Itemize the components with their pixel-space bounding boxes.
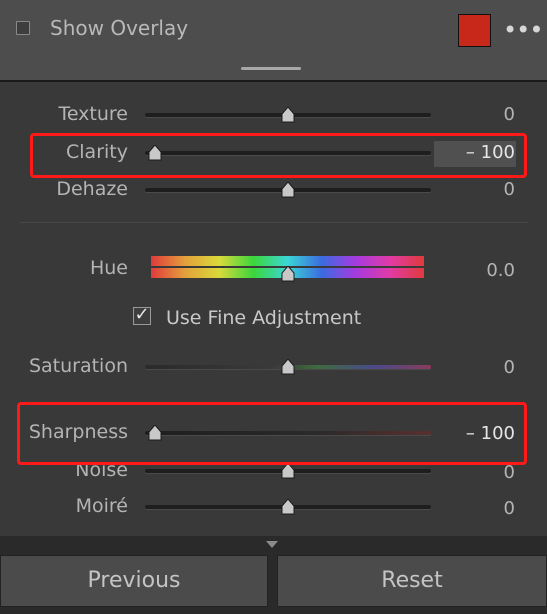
dehaze-label: Dehaze <box>56 178 128 200</box>
effects-panel: Texture 0 Clarity – 100 Dehaze 0 Hue 0.0… <box>0 82 547 536</box>
panel-collapse-icon[interactable] <box>266 541 278 548</box>
sharpness-highlight-box <box>17 402 527 465</box>
hue-label: Hue <box>89 257 128 279</box>
reset-button[interactable]: Reset <box>277 555 547 607</box>
saturation-label: Saturation <box>28 355 128 377</box>
moire-label: Moiré <box>75 495 128 517</box>
moire-slider-thumb[interactable] <box>281 499 295 515</box>
texture-label: Texture <box>58 103 128 125</box>
clarity-highlight-box <box>30 133 527 178</box>
texture-slider-thumb[interactable] <box>281 107 295 123</box>
moire-value: 0 <box>503 498 515 519</box>
show-overlay-checkbox[interactable] <box>16 21 30 35</box>
fine-adjustment-label: Use Fine Adjustment <box>166 307 362 329</box>
section-divider <box>20 222 528 223</box>
hue-slider-thumb[interactable] <box>281 266 295 282</box>
dehaze-value: 0 <box>503 179 515 200</box>
panel-resize-handle[interactable] <box>241 67 301 70</box>
fine-adjustment-checkbox[interactable]: ✓ <box>133 306 151 325</box>
overlay-header: Show Overlay ••• <box>0 0 547 80</box>
dehaze-slider-thumb[interactable] <box>281 182 295 198</box>
noise-value: 0 <box>503 462 515 483</box>
overlay-color-swatch[interactable] <box>458 14 491 47</box>
saturation-slider-thumb[interactable] <box>281 359 295 375</box>
noise-slider-thumb[interactable] <box>281 463 295 479</box>
saturation-value: 0 <box>503 357 515 378</box>
hue-value: 0.0 <box>486 260 515 281</box>
texture-value: 0 <box>503 104 515 125</box>
ellipsis-icon[interactable]: ••• <box>503 18 543 42</box>
previous-button[interactable]: Previous <box>0 555 268 607</box>
show-overlay-label: Show Overlay <box>50 16 189 40</box>
